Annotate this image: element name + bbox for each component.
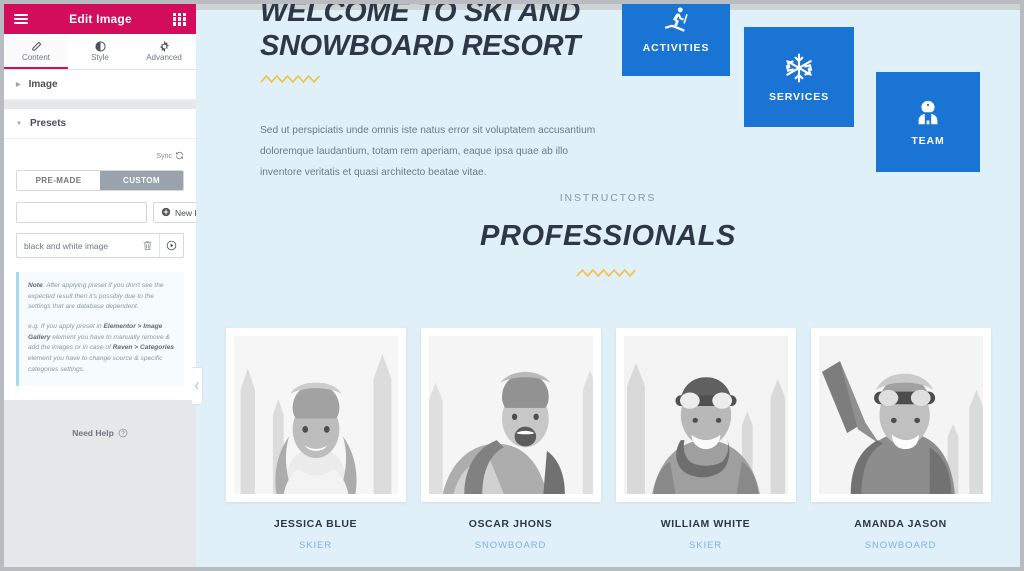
panel-header: Edit Image xyxy=(4,4,196,34)
presets-body: Sync PRE-MADE CUSTOM New black and white… xyxy=(4,139,196,401)
preset-name-input[interactable] xyxy=(16,202,147,223)
need-help-button[interactable]: Need Help xyxy=(4,400,196,438)
hero-body-text: Sed ut perspiciatis unde omnis iste natu… xyxy=(260,125,596,178)
instructor-role[interactable]: SNOWBOARD xyxy=(811,540,991,551)
instructors-eyebrow: INSTRUCTORS xyxy=(559,192,657,204)
snowflake-icon xyxy=(783,52,815,84)
card-team[interactable]: TEAM xyxy=(876,72,980,172)
segment-pre-made[interactable]: PRE-MADE xyxy=(17,171,100,190)
card-team-label: TEAM xyxy=(911,134,945,147)
preset-source-toggle: PRE-MADE CUSTOM xyxy=(16,170,184,191)
hero-zigzag-icon xyxy=(260,74,324,84)
segment-custom[interactable]: CUSTOM xyxy=(100,171,183,190)
sync-control[interactable]: Sync xyxy=(16,147,184,170)
chevron-left-icon xyxy=(195,382,199,390)
app-window: Edit Image Content Style Advanced ▶ Imag… xyxy=(0,0,1024,571)
instructor-role[interactable]: SKIER xyxy=(616,540,796,551)
chevron-down-icon: ▼ xyxy=(16,120,22,127)
section-presets-label: Presets xyxy=(29,118,67,129)
need-help-label: Need Help xyxy=(72,428,114,439)
section-image-label: Image xyxy=(28,79,58,90)
card-services-label: SERVICES xyxy=(768,90,830,103)
skier-icon xyxy=(661,5,691,35)
card-activities[interactable]: ACTIVITIES xyxy=(622,4,730,76)
instructor-photo-frame xyxy=(615,328,796,502)
instructors-title: PROFESSIONALS xyxy=(480,220,736,252)
sync-icon xyxy=(175,151,184,162)
team-person-icon xyxy=(913,98,943,128)
tab-content-label: Content xyxy=(21,53,51,62)
pencil-icon xyxy=(31,41,42,52)
plus-circle-icon xyxy=(161,207,171,219)
instructor-role[interactable]: SKIER xyxy=(226,540,406,551)
panel-title: Edit Image xyxy=(69,12,132,26)
preview-content: WELCOME TO SKI AND SNOWBOARD RESORT Sed … xyxy=(196,4,1020,567)
section-image[interactable]: ▶ Image xyxy=(4,70,196,100)
instructor-photo-frame xyxy=(225,328,406,502)
card-activities-label: ACTIVITIES xyxy=(642,42,710,54)
tab-style-label: Style xyxy=(91,53,109,62)
new-preset-button[interactable]: New Preset xyxy=(153,202,196,223)
instructor-name: WILLIAM WHITE xyxy=(660,518,751,530)
note-p2-d: element you have to change source & spec… xyxy=(28,355,163,373)
note-paragraph-1: Note: After applying preset if you don't… xyxy=(28,281,175,313)
panel-tabs: Content Style Advanced xyxy=(4,34,196,70)
instructor-photo xyxy=(428,336,593,494)
preview-canvas: WELCOME TO SKI AND SNOWBOARD RESORT Sed … xyxy=(196,4,1020,567)
card-services[interactable]: SERVICES xyxy=(744,27,854,127)
note-p2-a: e.g. If you apply preset in xyxy=(28,323,104,331)
gear-icon xyxy=(159,41,170,52)
instructor-photo-frame xyxy=(810,328,991,502)
section-zigzag-icon xyxy=(196,268,1020,278)
note-p2-b2: Raven > Categories xyxy=(112,344,175,352)
instructor-photo xyxy=(623,336,788,494)
section-divider xyxy=(4,100,196,109)
question-circle-icon xyxy=(118,428,128,438)
instructor-name: AMANDA JASON xyxy=(854,518,947,530)
instructor-card[interactable]: JESSICA BLUE SKIER xyxy=(225,328,406,551)
trash-icon[interactable] xyxy=(135,234,159,257)
instructor-card[interactable]: AMANDA JASON SNOWBOARD xyxy=(810,328,991,551)
instructor-role[interactable]: SNOWBOARD xyxy=(421,540,601,551)
hero-title: WELCOME TO SKI AND SNOWBOARD RESORT xyxy=(260,4,581,62)
note-paragraph-2: e.g. If you apply preset in Elementor > … xyxy=(28,322,175,375)
sync-label: Sync xyxy=(156,153,172,160)
tab-content[interactable]: Content xyxy=(4,34,68,69)
note-lead: Note xyxy=(28,282,43,289)
editor-panel: Edit Image Content Style Advanced ▶ Imag… xyxy=(4,4,196,567)
chevron-right-icon: ▶ xyxy=(16,81,21,88)
contrast-icon xyxy=(94,41,106,52)
panel-body: ▶ Image ▼ Presets Sync PRE-MADE CUSTOM N… xyxy=(4,70,196,567)
instructor-name: JESSICA BLUE xyxy=(273,518,358,530)
hamburger-icon[interactable] xyxy=(14,14,28,24)
panel-collapse-handle[interactable] xyxy=(192,367,203,405)
tab-style[interactable]: Style xyxy=(68,34,132,69)
play-circle-icon[interactable] xyxy=(159,234,183,257)
tab-advanced-label: Advanced xyxy=(146,53,182,62)
instructor-photo-frame xyxy=(420,328,601,502)
tab-advanced[interactable]: Advanced xyxy=(132,34,196,69)
instructor-card[interactable]: OSCAR JHONS SNOWBOARD xyxy=(420,328,601,551)
instructor-name: OSCAR JHONS xyxy=(468,518,553,530)
preset-item: black and white image xyxy=(16,233,184,258)
section-presets[interactable]: ▼ Presets xyxy=(4,109,196,139)
instructor-card[interactable]: WILLIAM WHITE SKIER xyxy=(615,328,796,551)
preset-item-name[interactable]: black and white image xyxy=(17,234,135,257)
new-preset-label: New Preset xyxy=(175,207,196,218)
new-preset-row: New Preset xyxy=(16,202,196,223)
instructor-photo xyxy=(818,336,983,494)
note-p1-text: : After applying preset if you don't see… xyxy=(28,282,164,311)
instructor-photo xyxy=(233,336,398,494)
instructors-grid: JESSICA BLUE SKIER OSCAR JHONS SNOWBOARD… xyxy=(196,328,1020,551)
presets-note: Note: After applying preset if you don't… xyxy=(16,272,184,387)
apps-grid-icon[interactable] xyxy=(173,12,186,26)
